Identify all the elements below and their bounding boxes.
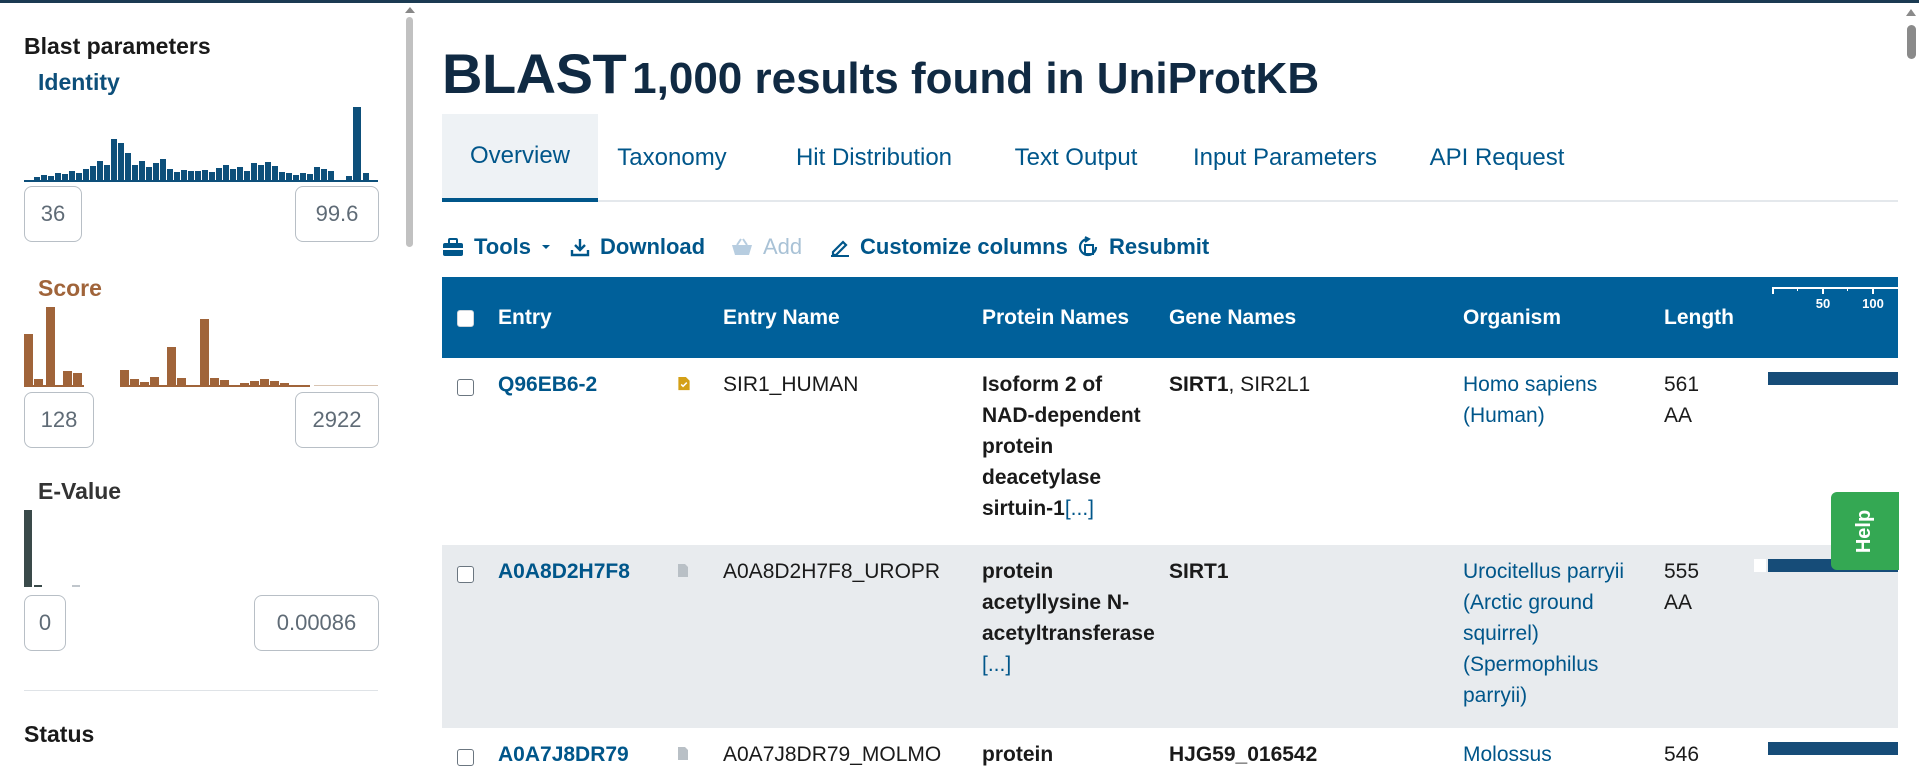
expand-protein-names-link[interactable]: [...] [1065,497,1094,520]
tools-label: Tools [474,234,532,259]
download-icon [570,239,590,257]
column-header-gene-names[interactable]: Gene Names [1169,277,1296,358]
score-min-input[interactable]: 128 [24,392,94,448]
results-main: BLAST 1,000 results found in UniProtKB Ov… [442,3,1919,777]
length: 555 AA [1664,560,1700,614]
evalue-histogram[interactable] [24,508,378,588]
length: 546 [1664,743,1700,766]
resubmit-button[interactable]: Resubmit [1077,229,1209,265]
page-scrollbar-thumb[interactable] [1907,25,1916,59]
entry-link[interactable]: A0A7J8DR79 [498,739,629,770]
score-max-input[interactable]: 2922 [295,392,379,448]
resubmit-icon [1078,236,1098,257]
page-title: BLAST 1,000 results found in UniProtKB [442,41,1319,106]
select-all-checkbox[interactable] [457,310,474,327]
organism-link[interactable]: Urocitellus parryii (Arctic ground squir… [1463,556,1663,711]
tab-overview[interactable]: Overview [442,114,598,202]
table-row: A0A8D2H7F8 A0A8D2H7F8_UROPR protein acet… [442,545,1898,728]
entry-link[interactable]: Q96EB6-2 [498,369,597,400]
result-tabs: Overview Taxonomy Hit Distribution Text … [442,114,1898,202]
identity-label: Identity [38,69,120,95]
page-title-main: BLAST [442,42,627,105]
identity-min-input[interactable]: 36 [24,186,82,242]
entry-name: A0A7J8DR79_MOLMO [723,743,942,766]
reviewed-entry-icon [678,376,690,391]
results-count: 1,000 results found in UniProtKB [632,54,1320,103]
toolbox-icon [443,238,463,256]
results-table: Entry Entry Name Protein Names Gene Name… [442,277,1898,777]
scale-tick-label: 50 [1816,296,1830,311]
entry-link[interactable]: A0A8D2H7F8 [498,556,630,587]
identity-max-input[interactable]: 99.6 [295,186,379,242]
column-header-length[interactable]: Length [1664,277,1734,358]
blast-parameters-sidebar: Blast parameters Identity 36 99.6 Score … [0,3,400,777]
sidebar-title: Blast parameters [24,33,211,59]
customize-columns-button[interactable]: Customize columns [830,229,1068,265]
alignment-bar[interactable] [1768,742,1898,755]
alignment-bar[interactable] [1768,372,1898,385]
tab-text-output[interactable]: Text Output [1004,114,1148,202]
column-header-entry-name[interactable]: Entry Name [723,277,840,358]
help-button[interactable]: Help [1831,492,1899,570]
column-header-organism[interactable]: Organism [1463,277,1561,358]
scroll-up-arrow-icon[interactable] [405,7,415,13]
row-checkbox[interactable] [457,749,474,766]
score-label: Score [38,275,102,301]
tab-hit-distribution[interactable]: Hit Distribution [782,114,966,202]
protein-names: Isoform 2 of NAD-dependent protein deace… [982,373,1141,520]
evalue-min-input[interactable]: 0 [24,595,66,651]
alignment-gap [1754,559,1766,572]
status-label: Status [24,721,95,747]
page-scrollbar[interactable] [1903,3,1919,777]
unreviewed-entry-icon [678,564,688,577]
organism-link[interactable]: Molossus [1463,739,1552,770]
table-row: Q96EB6-2 SIR1_HUMAN Isoform 2 of NAD-dep… [442,358,1898,545]
alignment-scale: 50 100 [1772,287,1898,311]
sidebar-divider [24,690,378,691]
pencil-icon [831,240,849,257]
column-header-protein-names[interactable]: Protein Names [982,277,1129,358]
protein-names: protein [982,743,1054,766]
gene-names: SIRT1, SIR2L1 [1169,373,1311,396]
scale-tick-label: 100 [1862,296,1884,311]
evalue-max-input[interactable]: 0.00086 [254,595,379,651]
gene-names: SIRT1 [1169,560,1229,583]
evalue-label: E-Value [38,478,122,504]
entry-name: A0A8D2H7F8_UROPR [723,560,941,583]
score-histogram[interactable] [24,299,378,387]
results-toolbar: Tools Download Add Customize columns Res… [442,229,1898,265]
download-button[interactable]: Download [570,229,705,265]
column-header-entry[interactable]: Entry [498,277,552,358]
row-checkbox[interactable] [457,379,474,396]
scroll-up-arrow-icon[interactable] [1906,9,1916,16]
basket-icon [732,238,752,255]
table-header: Entry Entry Name Protein Names Gene Name… [442,277,1898,358]
protein-names: protein acetyllysine N- acetyltransferas… [982,556,1167,680]
gene-names: HJG59_016542 [1169,743,1318,766]
entry-name: SIR1_HUMAN [723,373,859,396]
tools-dropdown[interactable]: Tools [442,229,551,265]
row-checkbox[interactable] [457,566,474,583]
sidebar-scrollbar-thumb[interactable] [406,17,413,247]
caret-down-icon [542,245,551,249]
length: 561 AA [1664,373,1700,427]
add-to-basket-button[interactable]: Add [731,229,802,265]
unreviewed-entry-icon [678,747,688,760]
expand-protein-names-link[interactable]: [...] [982,649,1167,680]
table-row: A0A7J8DR79 A0A7J8DR79_MOLMO protein HJG5… [442,728,1898,777]
sidebar-scrollbar[interactable] [404,3,416,777]
tab-api-request[interactable]: API Request [1421,114,1573,202]
tab-input-parameters[interactable]: Input Parameters [1185,114,1385,202]
organism-link[interactable]: Homo sapiens (Human) [1463,369,1653,431]
tab-taxonomy[interactable]: Taxonomy [610,114,734,202]
identity-histogram[interactable] [24,93,378,183]
